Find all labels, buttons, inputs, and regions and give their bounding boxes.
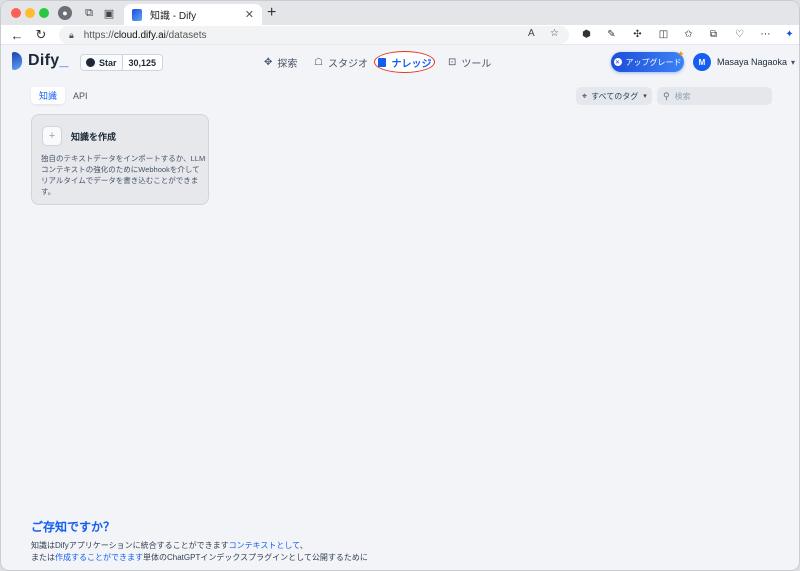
user-name: Masaya Nagaoka — [717, 57, 788, 67]
search-icon: ⚲ — [663, 90, 670, 101]
split-screen-icon[interactable]: ◫ — [657, 28, 670, 41]
dify-logo[interactable]: Dify_ — [12, 52, 69, 70]
app-header: Dify_ Star 30,125 ✥ 探索 ☖ スタジオ ナレッジ ⊡ ツール… — [1, 46, 799, 78]
create-knowledge-description: 独自のテキストデータをインポートするか、LLMコンテキストの強化のためにWebh… — [41, 154, 206, 196]
chevron-down-icon: ▾ — [791, 57, 796, 67]
read-aloud-icon[interactable]: A — [528, 28, 535, 39]
extension-puzzle-icon[interactable]: ✣ — [631, 28, 644, 41]
nav-tools[interactable]: ⊡ ツール — [448, 51, 491, 73]
url-text: https://cloud.dify.ai/datasets — [83, 29, 207, 41]
tip-line-1: 知識はDifyアプリケーションに統合することができますコンテキストとして、 — [31, 541, 308, 550]
address-toolbar: ← ↻ 🔒︎ https://cloud.dify.ai/datasets A … — [1, 25, 799, 45]
compass-icon: ✥ — [264, 56, 273, 68]
github-star-left: Star — [81, 55, 123, 70]
github-star-count: 30,125 — [128, 57, 157, 68]
create-link[interactable]: 作成することができます — [55, 553, 143, 562]
upgrade-label: アップグレード — [625, 57, 682, 67]
robot-icon: ☖ — [314, 56, 323, 68]
upgrade-button[interactable]: ✕ アップグレード — [611, 52, 684, 72]
github-star-label: Star — [99, 57, 117, 68]
github-icon — [86, 58, 95, 67]
tab-actions-icon[interactable]: ▣ — [101, 5, 117, 21]
context-link[interactable]: コンテキストとして — [229, 541, 300, 550]
reload-icon[interactable]: ↻ — [33, 27, 49, 43]
book-icon — [377, 57, 386, 67]
minimize-window-button[interactable] — [25, 8, 35, 18]
search-input[interactable] — [674, 91, 765, 101]
nav-knowledge[interactable]: ナレッジ — [374, 51, 435, 73]
chevron-down-icon: ▾ — [643, 93, 647, 100]
nav-knowledge-label: ナレッジ — [391, 58, 432, 70]
nav-tools-label: ツール — [461, 58, 492, 70]
tab-title: 知識 - Dify — [150, 11, 197, 22]
search-box: ⚲ — [657, 87, 772, 105]
did-you-know-title: ご存知ですか？ — [31, 520, 116, 534]
nav-studio-label: スタジオ — [327, 58, 368, 70]
tab-close-icon[interactable]: ✕ — [245, 8, 254, 21]
lock-icon: 🔒︎ — [69, 29, 74, 40]
tag-filter-dropdown[interactable]: ⌖ すべてのタグ ▾ — [576, 87, 652, 105]
user-menu[interactable]: M Masaya Nagaoka ▾ — [693, 53, 795, 71]
tab-knowledge[interactable]: 知識 — [31, 87, 66, 104]
new-tab-button[interactable]: + — [267, 5, 276, 21]
avatar: M — [693, 53, 711, 71]
tip-line-2: または作成することができます単体のChatGPTインデックスプラグインとして公開… — [31, 553, 368, 562]
create-knowledge-card[interactable]: + 知識を作成 独自のテキストデータをインポートするか、LLMコンテキストの強化… — [31, 114, 209, 205]
back-icon[interactable]: ← — [9, 27, 25, 43]
maximize-window-button[interactable] — [39, 8, 49, 18]
close-window-button[interactable] — [11, 8, 21, 18]
browser-tab-bar: ● ⧉ ▣ 知識 - Dify ✕ + — [1, 1, 799, 25]
nav-studio[interactable]: ☖ スタジオ — [314, 51, 368, 73]
logo-text: Dify_ — [28, 52, 69, 69]
browser-tab-active[interactable]: 知識 - Dify ✕ — [124, 4, 262, 25]
more-icon[interactable]: ⋯ — [759, 28, 772, 41]
extension-hex-icon[interactable]: ⬢ — [580, 28, 593, 41]
browser-essentials-icon[interactable]: ♡ — [733, 28, 746, 41]
did-you-know-section: ご存知ですか？ 知識はDifyアプリケーションに統合することができますコンテキス… — [31, 518, 368, 564]
nav-explore[interactable]: ✥ 探索 — [264, 51, 297, 73]
extension-pen-icon[interactable]: ✎ — [605, 28, 618, 41]
toolbox-icon: ⊡ — [448, 56, 457, 68]
dify-app: Dify_ Star 30,125 ✥ 探索 ☖ スタジオ ナレッジ ⊡ ツール… — [1, 46, 799, 570]
upgrade-icon: ✕ — [613, 58, 622, 66]
profile-icon[interactable]: ● — [57, 5, 73, 21]
knowledge-tabs: 知識 API — [31, 87, 96, 104]
github-star-button[interactable]: Star 30,125 — [80, 54, 164, 71]
dify-favicon-icon — [132, 8, 142, 21]
dify-logo-icon — [12, 52, 22, 70]
favorites-icon[interactable]: ✩ — [682, 28, 695, 41]
tab-api[interactable]: API — [65, 87, 96, 104]
nav-explore-label: 探索 — [277, 58, 298, 70]
plus-icon: + — [42, 126, 62, 146]
favorite-star-icon[interactable]: ☆ — [550, 28, 559, 39]
workspaces-icon[interactable]: ⧉ — [81, 5, 97, 21]
tag-filter-label: すべてのタグ — [591, 91, 639, 101]
collections-icon[interactable]: ⧉ — [707, 28, 720, 41]
create-knowledge-title: 知識を作成 — [71, 132, 117, 142]
copilot-icon[interactable]: ✦ — [783, 28, 796, 41]
url-bar[interactable]: 🔒︎ https://cloud.dify.ai/datasets — [59, 26, 569, 44]
browser-window: ● ⧉ ▣ 知識 - Dify ✕ + ← ↻ 🔒︎ https://cloud… — [0, 0, 800, 571]
sparkle-icon: ✦ — [677, 49, 685, 59]
tag-icon: ⌖ — [582, 90, 588, 101]
